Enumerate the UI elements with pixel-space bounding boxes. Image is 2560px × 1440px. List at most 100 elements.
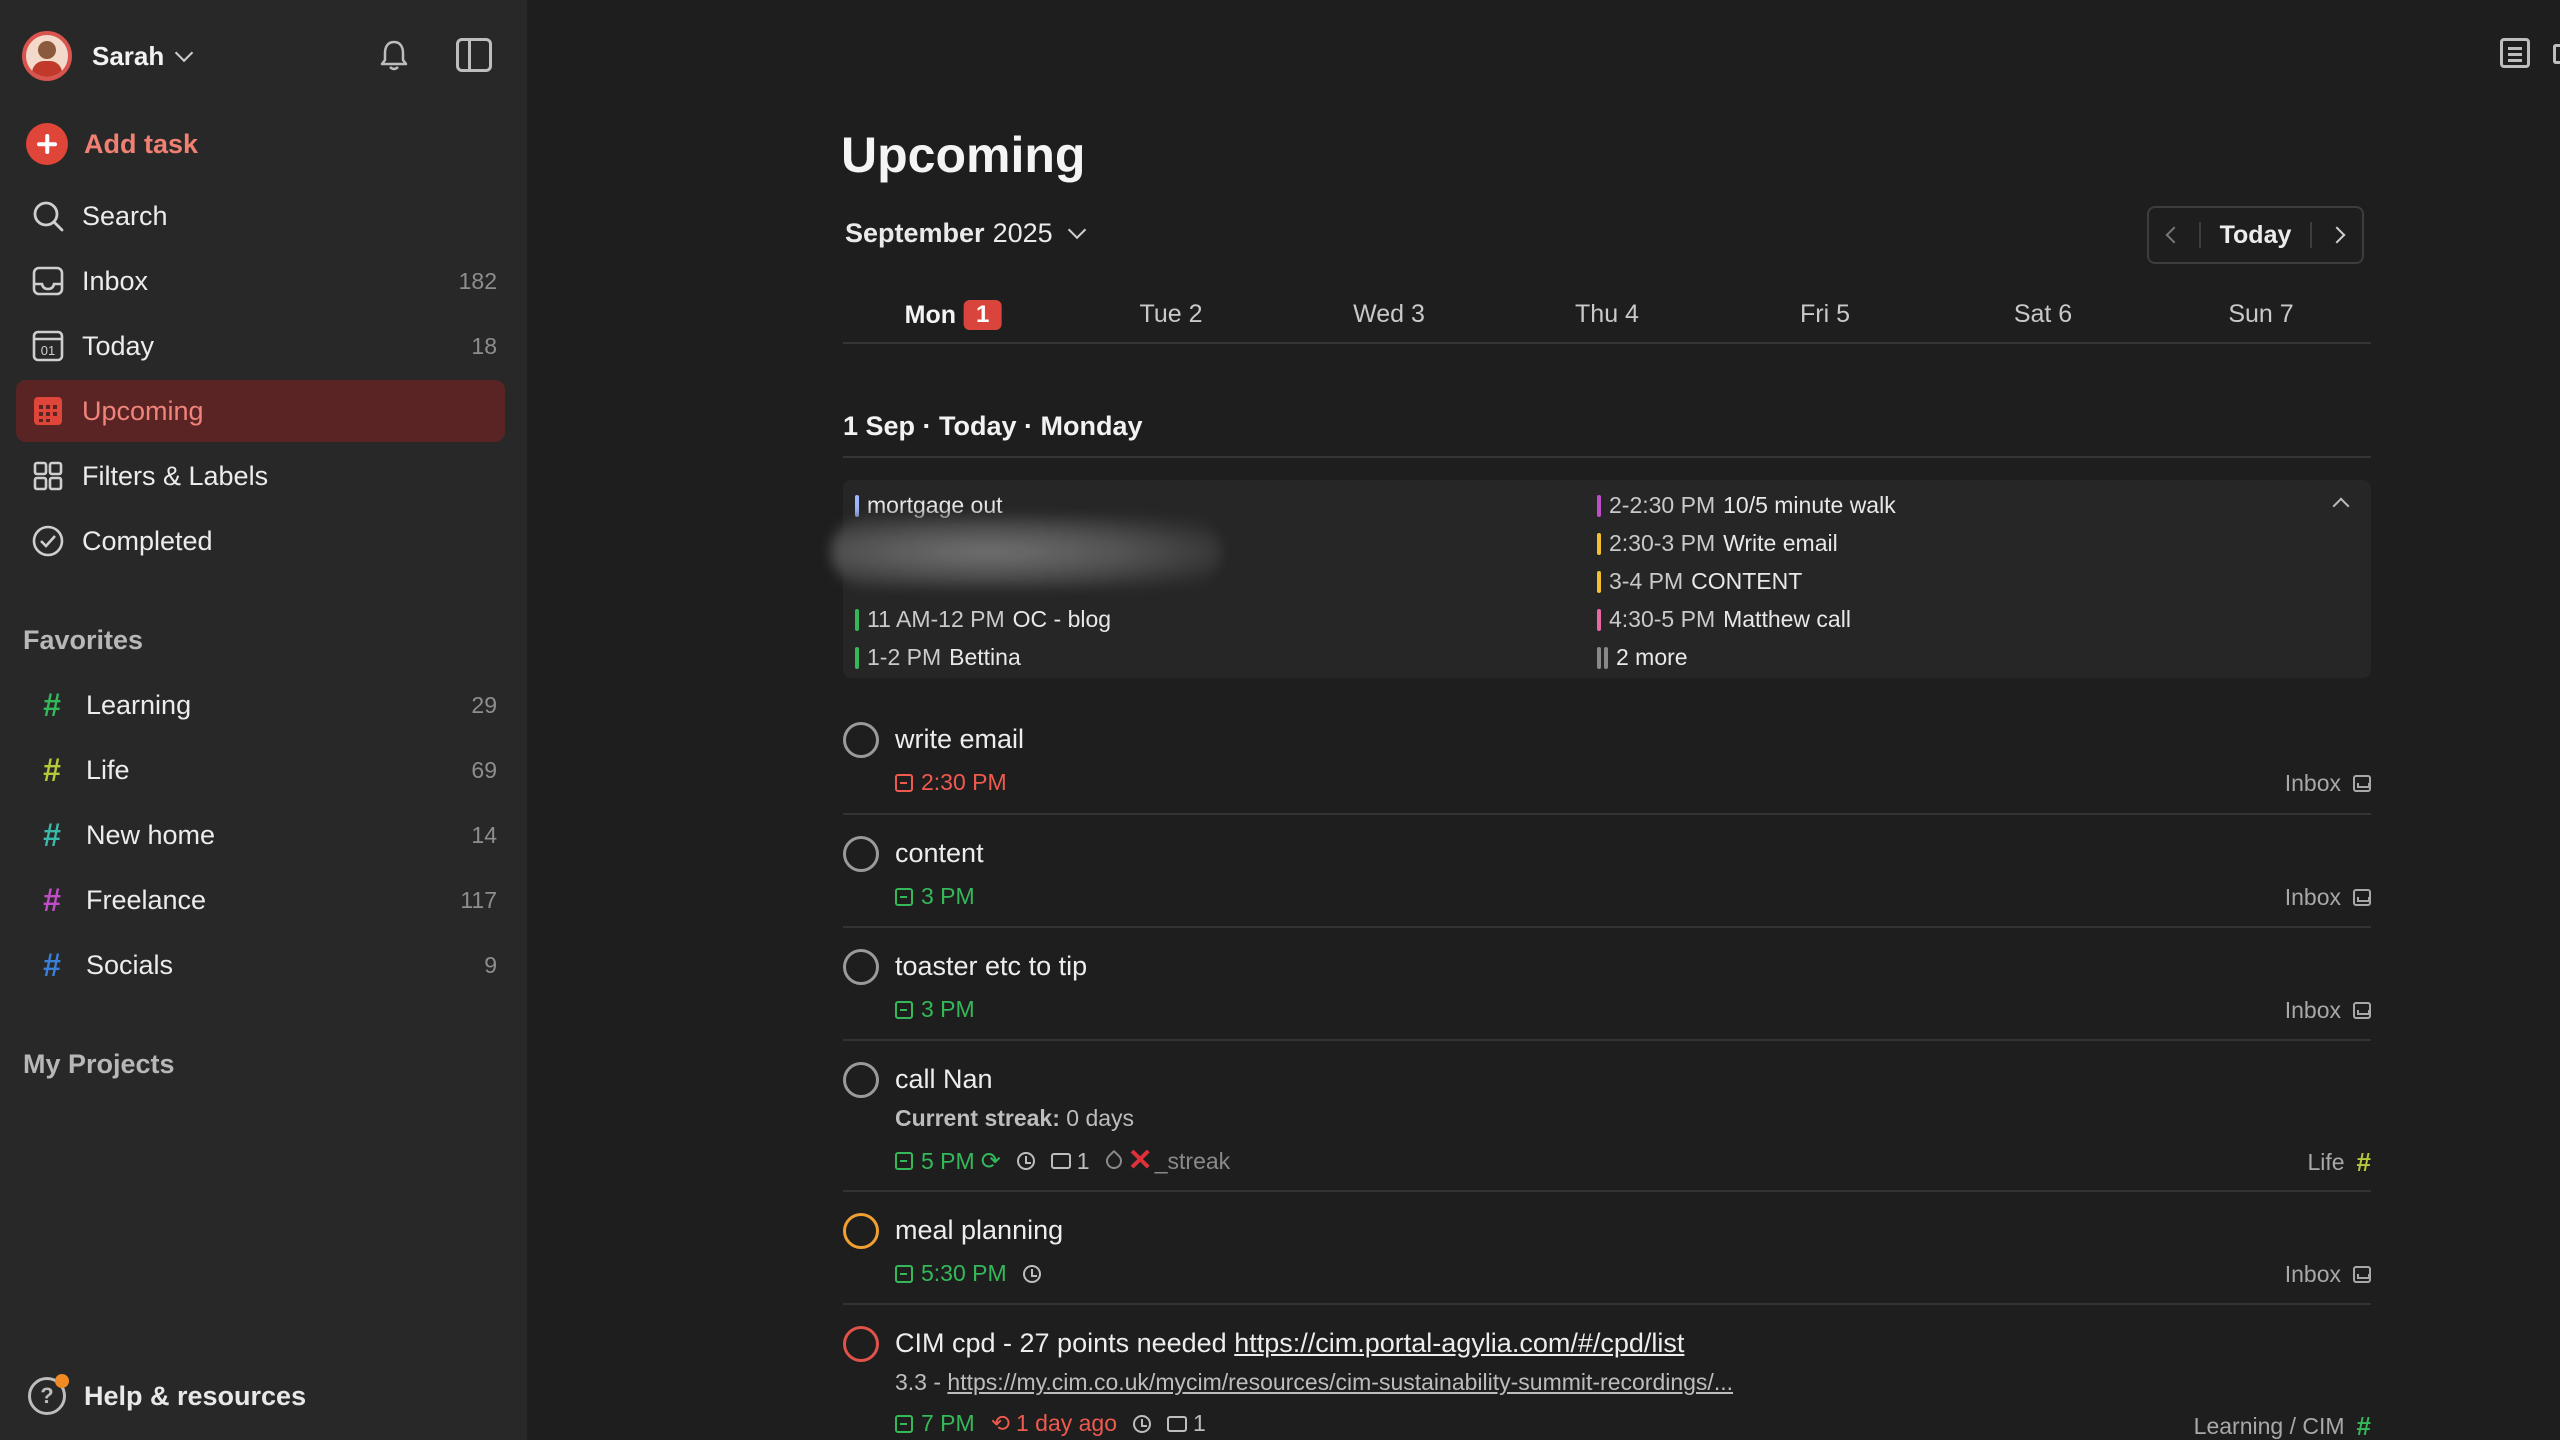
event-time: 2-2:30 PM — [1609, 492, 1716, 518]
reminder-indicator — [1133, 1414, 1151, 1433]
task-project[interactable]: Inbox — [2285, 1261, 2371, 1288]
event-color-bar — [1597, 494, 1601, 517]
sidebar-item-life[interactable]: # Life 69 — [16, 739, 505, 801]
day-section-heading: 1 Sep · Today · Monday — [843, 411, 1143, 441]
sidebar-item-count: 29 — [471, 691, 497, 718]
event-time: 1-2 PM — [867, 644, 942, 670]
calendar-event[interactable]: 2:30-3 PM Write email — [1597, 530, 1838, 557]
collapse-icon[interactable] — [2332, 497, 2350, 515]
task-checkbox[interactable] — [843, 722, 879, 758]
comment-count: 1 — [1167, 1410, 1206, 1437]
favorites-heading[interactable]: Favorites — [23, 625, 143, 656]
task-due: 7 PM ⟲ 1 day ago 1 — [895, 1410, 1206, 1437]
calendar-today-icon: 01 — [32, 330, 64, 362]
task-checkbox[interactable] — [843, 836, 879, 872]
event-time: 11 AM-12 PM — [867, 606, 1005, 632]
sidebar-item-count: 14 — [471, 821, 497, 848]
event-color-bar — [1597, 532, 1601, 555]
task-project[interactable]: Life # — [2307, 1147, 2371, 1178]
calendar-event[interactable]: 4:30-5 PM Matthew call — [1597, 606, 1851, 633]
project-name: Life — [2307, 1149, 2345, 1175]
sidebar-item-filters-labels[interactable]: Filters & Labels — [16, 445, 505, 507]
sidebar-item-socials[interactable]: # Socials 9 — [16, 934, 505, 996]
day-tab-tue[interactable]: Tue 2 — [1139, 300, 1202, 329]
overdue-icon: ⟲ — [990, 1410, 1010, 1436]
add-task-button[interactable]: Add task — [26, 123, 198, 165]
task-row[interactable]: meal planning 5:30 PM Inbox — [843, 1192, 2371, 1305]
chevron-down-icon — [1067, 220, 1086, 240]
task-project[interactable]: Inbox — [2285, 997, 2371, 1024]
task-title: toaster etc to tip — [895, 951, 1088, 981]
description-link[interactable]: https://my.cim.co.uk/mycim/resources/cim… — [947, 1369, 1733, 1395]
day-tab-wed[interactable]: Wed 3 — [1353, 300, 1425, 329]
sidebar-item-search[interactable]: Search — [16, 185, 505, 247]
cross-emoji-icon: ✕ — [1127, 1144, 1153, 1177]
task-row[interactable]: write email 2:30 PM Inbox — [843, 712, 2371, 815]
next-week-button[interactable] — [2312, 208, 2362, 262]
sidebar-item-completed[interactable]: Completed — [16, 510, 505, 572]
day-tab-mon[interactable]: Mon 1 — [905, 300, 1002, 330]
label-name: _streak — [1154, 1147, 1231, 1174]
calendar-event[interactable]: 2-2:30 PM 10/5 minute walk — [1597, 492, 1896, 519]
sidebar-item-count: 9 — [484, 951, 497, 978]
calendar-event[interactable]: 11 AM-12 PM OC - blog — [855, 606, 1111, 633]
hash-icon: # — [43, 946, 61, 983]
sidebar-item-inbox[interactable]: Inbox 182 — [16, 250, 505, 312]
reminder-indicator — [1016, 1152, 1035, 1170]
help-resources-button[interactable]: ? Help & resources — [28, 1374, 306, 1415]
task-title: write email — [895, 724, 1025, 754]
sidebar-item-new-home[interactable]: # New home 14 — [16, 804, 505, 866]
sidebar-item-freelance[interactable]: # Freelance 117 — [16, 869, 505, 931]
task-project[interactable]: Inbox — [2285, 884, 2371, 911]
view-options-icon[interactable] — [2500, 38, 2530, 68]
task-project[interactable]: Learning / CIM # — [2194, 1411, 2371, 1440]
sidebar-item-upcoming[interactable]: Upcoming — [16, 380, 505, 442]
chevron-right-icon — [2328, 226, 2346, 244]
task-title-link[interactable]: https://cim.portal-agylia.com/#/cpd/list — [1234, 1328, 1684, 1358]
task-checkbox[interactable] — [843, 1062, 879, 1098]
previous-week-button[interactable] — [2149, 208, 2199, 262]
calendar-event[interactable]: 1-2 PM Bettina — [855, 644, 1021, 671]
calendar-event[interactable]: mortgage out — [855, 492, 1003, 519]
chevron-left-icon — [2165, 226, 2183, 244]
event-title: Write email — [1723, 530, 1838, 556]
task-title: CIM cpd - 27 points needed https://cim.p… — [895, 1328, 1684, 1359]
event-color-bar — [855, 494, 859, 517]
task-row[interactable]: toaster etc to tip 3 PM Inbox — [843, 928, 2371, 1041]
divider — [843, 456, 2371, 458]
alarm-icon — [1016, 1152, 1035, 1170]
streak-value: 0 days — [1066, 1105, 1135, 1131]
sidebar-item-today[interactable]: 01 Today 18 — [16, 315, 505, 377]
task-row[interactable]: content 3 PM Inbox — [843, 815, 2371, 928]
today-button[interactable]: Today — [2199, 222, 2312, 248]
task-time: 7 PM — [921, 1410, 975, 1436]
sidebar-toggle-icon[interactable] — [456, 38, 492, 72]
bell-icon[interactable] — [378, 38, 410, 74]
day-tab-thu[interactable]: Thu 4 — [1575, 300, 1639, 329]
grid-icon — [33, 461, 63, 491]
more-events-link[interactable]: 2 more — [1597, 644, 1688, 671]
day-tab-sun[interactable]: Sun 7 — [2228, 300, 2293, 329]
sidebar-item-label: Learning — [86, 689, 192, 720]
task-due: 2:30 PM — [895, 769, 1007, 796]
month-picker[interactable]: September 2025 — [845, 218, 1086, 249]
task-checkbox[interactable] — [843, 1213, 879, 1249]
sidebar-item-label: Filters & Labels — [82, 460, 269, 491]
day-tab-fri[interactable]: Fri 5 — [1800, 300, 1850, 329]
calendar-event[interactable]: 3-4 PM CONTENT — [1597, 568, 1802, 595]
task-checkbox[interactable] — [843, 1326, 879, 1362]
event-color-bar — [1604, 646, 1608, 669]
task-label[interactable]: ✕ _streak — [1102, 1144, 1231, 1177]
check-circle-icon — [32, 525, 64, 557]
task-project[interactable]: Inbox — [2285, 770, 2371, 797]
panel-edge-icon[interactable] — [2553, 44, 2560, 64]
day-tab-sat[interactable]: Sat 6 — [2014, 300, 2072, 329]
sidebar-item-learning[interactable]: # Learning 29 — [16, 674, 505, 736]
user-menu[interactable]: Sarah — [22, 30, 194, 82]
my-projects-heading[interactable]: My Projects — [23, 1049, 175, 1080]
task-checkbox[interactable] — [843, 949, 879, 985]
task-time: 5:30 PM — [921, 1260, 1007, 1286]
sidebar-item-label: Inbox — [82, 265, 149, 296]
task-row[interactable]: CIM cpd - 27 points needed https://cim.p… — [843, 1305, 2371, 1440]
task-row[interactable]: call Nan Current streak: 0 days 5 PM ⟳ 1… — [843, 1041, 2371, 1192]
